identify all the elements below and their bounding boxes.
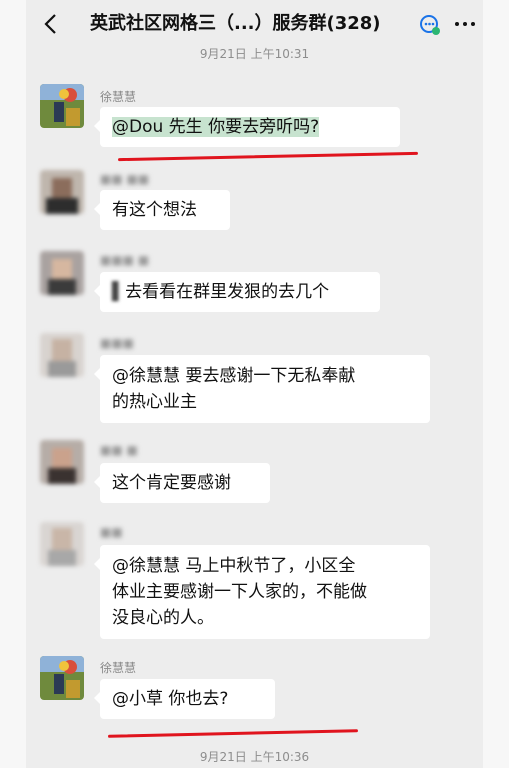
back-button[interactable] bbox=[36, 10, 64, 38]
message-text: 这个肯定要感谢 bbox=[112, 473, 231, 493]
avatar[interactable] bbox=[40, 656, 84, 700]
sender-name-redacted: ■■ ■■ bbox=[100, 172, 150, 186]
chevron-left-icon bbox=[44, 14, 56, 34]
message-bubble[interactable]: ▌去看看在群里发狠的去几个 bbox=[94, 272, 380, 312]
avatar[interactable] bbox=[40, 251, 84, 295]
sender-name-redacted: ■■ ■ bbox=[100, 443, 138, 457]
sender-name: 徐慧慧 bbox=[100, 661, 137, 675]
chat-header: 英武社区网格三（...）服务群(328) bbox=[26, 0, 483, 48]
message-bubble[interactable]: @Dou 先生 你要去旁听吗? bbox=[94, 107, 400, 147]
avatar[interactable] bbox=[40, 440, 84, 484]
avatar[interactable] bbox=[40, 522, 84, 566]
avatar[interactable] bbox=[40, 333, 84, 377]
red-underline-annotation bbox=[107, 729, 359, 738]
message-bubble[interactable]: @徐慧慧 要去感谢一下无私奉献 的热心业主 bbox=[94, 355, 430, 423]
avatar[interactable] bbox=[40, 170, 84, 214]
message-bubble[interactable]: @徐慧慧 马上中秋节了，小区全 体业主要感谢一下人家的，不能做 没良心的人。 bbox=[94, 545, 430, 639]
red-underline-annotation bbox=[118, 151, 418, 162]
message-bubble[interactable]: 这个肯定要感谢 bbox=[94, 463, 270, 503]
message-text: 去看看在群里发狠的去几个 bbox=[125, 282, 330, 302]
sender-name: 徐慧慧 bbox=[100, 90, 137, 104]
message-text-line: 没良心的人。 bbox=[112, 608, 214, 628]
message-text-line: @徐慧慧 要去感谢一下无私奉献 bbox=[112, 366, 356, 386]
chat-title: 英武社区网格三（...）服务群(328) bbox=[90, 13, 381, 34]
message-bubble[interactable]: 有这个想法 bbox=[94, 190, 230, 230]
message-text: 有这个想法 bbox=[112, 200, 197, 220]
right-margin bbox=[483, 0, 509, 768]
message-timestamp: 9月21日 上午10:31 bbox=[199, 47, 310, 61]
sender-name-redacted: ■■■ bbox=[100, 336, 135, 350]
sender-name-redacted: ■■ bbox=[100, 525, 123, 539]
message-text-line: 的热心业主 bbox=[112, 392, 197, 412]
avatar[interactable] bbox=[40, 84, 84, 128]
message-timestamp: 9月21日 上午10:36 bbox=[199, 750, 310, 764]
message-text-line: @徐慧慧 马上中秋节了，小区全 bbox=[112, 556, 356, 576]
message-bubble[interactable]: @小草 你也去? bbox=[94, 679, 275, 719]
left-margin bbox=[0, 0, 26, 768]
message-text-line: 体业主要感谢一下人家的，不能做 bbox=[112, 582, 367, 602]
message-text: @Dou 先生 你要去旁听吗? bbox=[112, 117, 320, 137]
chat-window: 英武社区网格三（...）服务群(328) 9月21日 上午10:31 徐慧慧 @… bbox=[26, 0, 483, 768]
more-options-icon[interactable] bbox=[453, 14, 477, 34]
sender-name-redacted: ■■■ ■ bbox=[100, 253, 150, 267]
group-chat-icon bbox=[420, 15, 440, 35]
redacted-mark: ▌ bbox=[112, 282, 126, 302]
message-text: @小草 你也去? bbox=[112, 689, 229, 709]
